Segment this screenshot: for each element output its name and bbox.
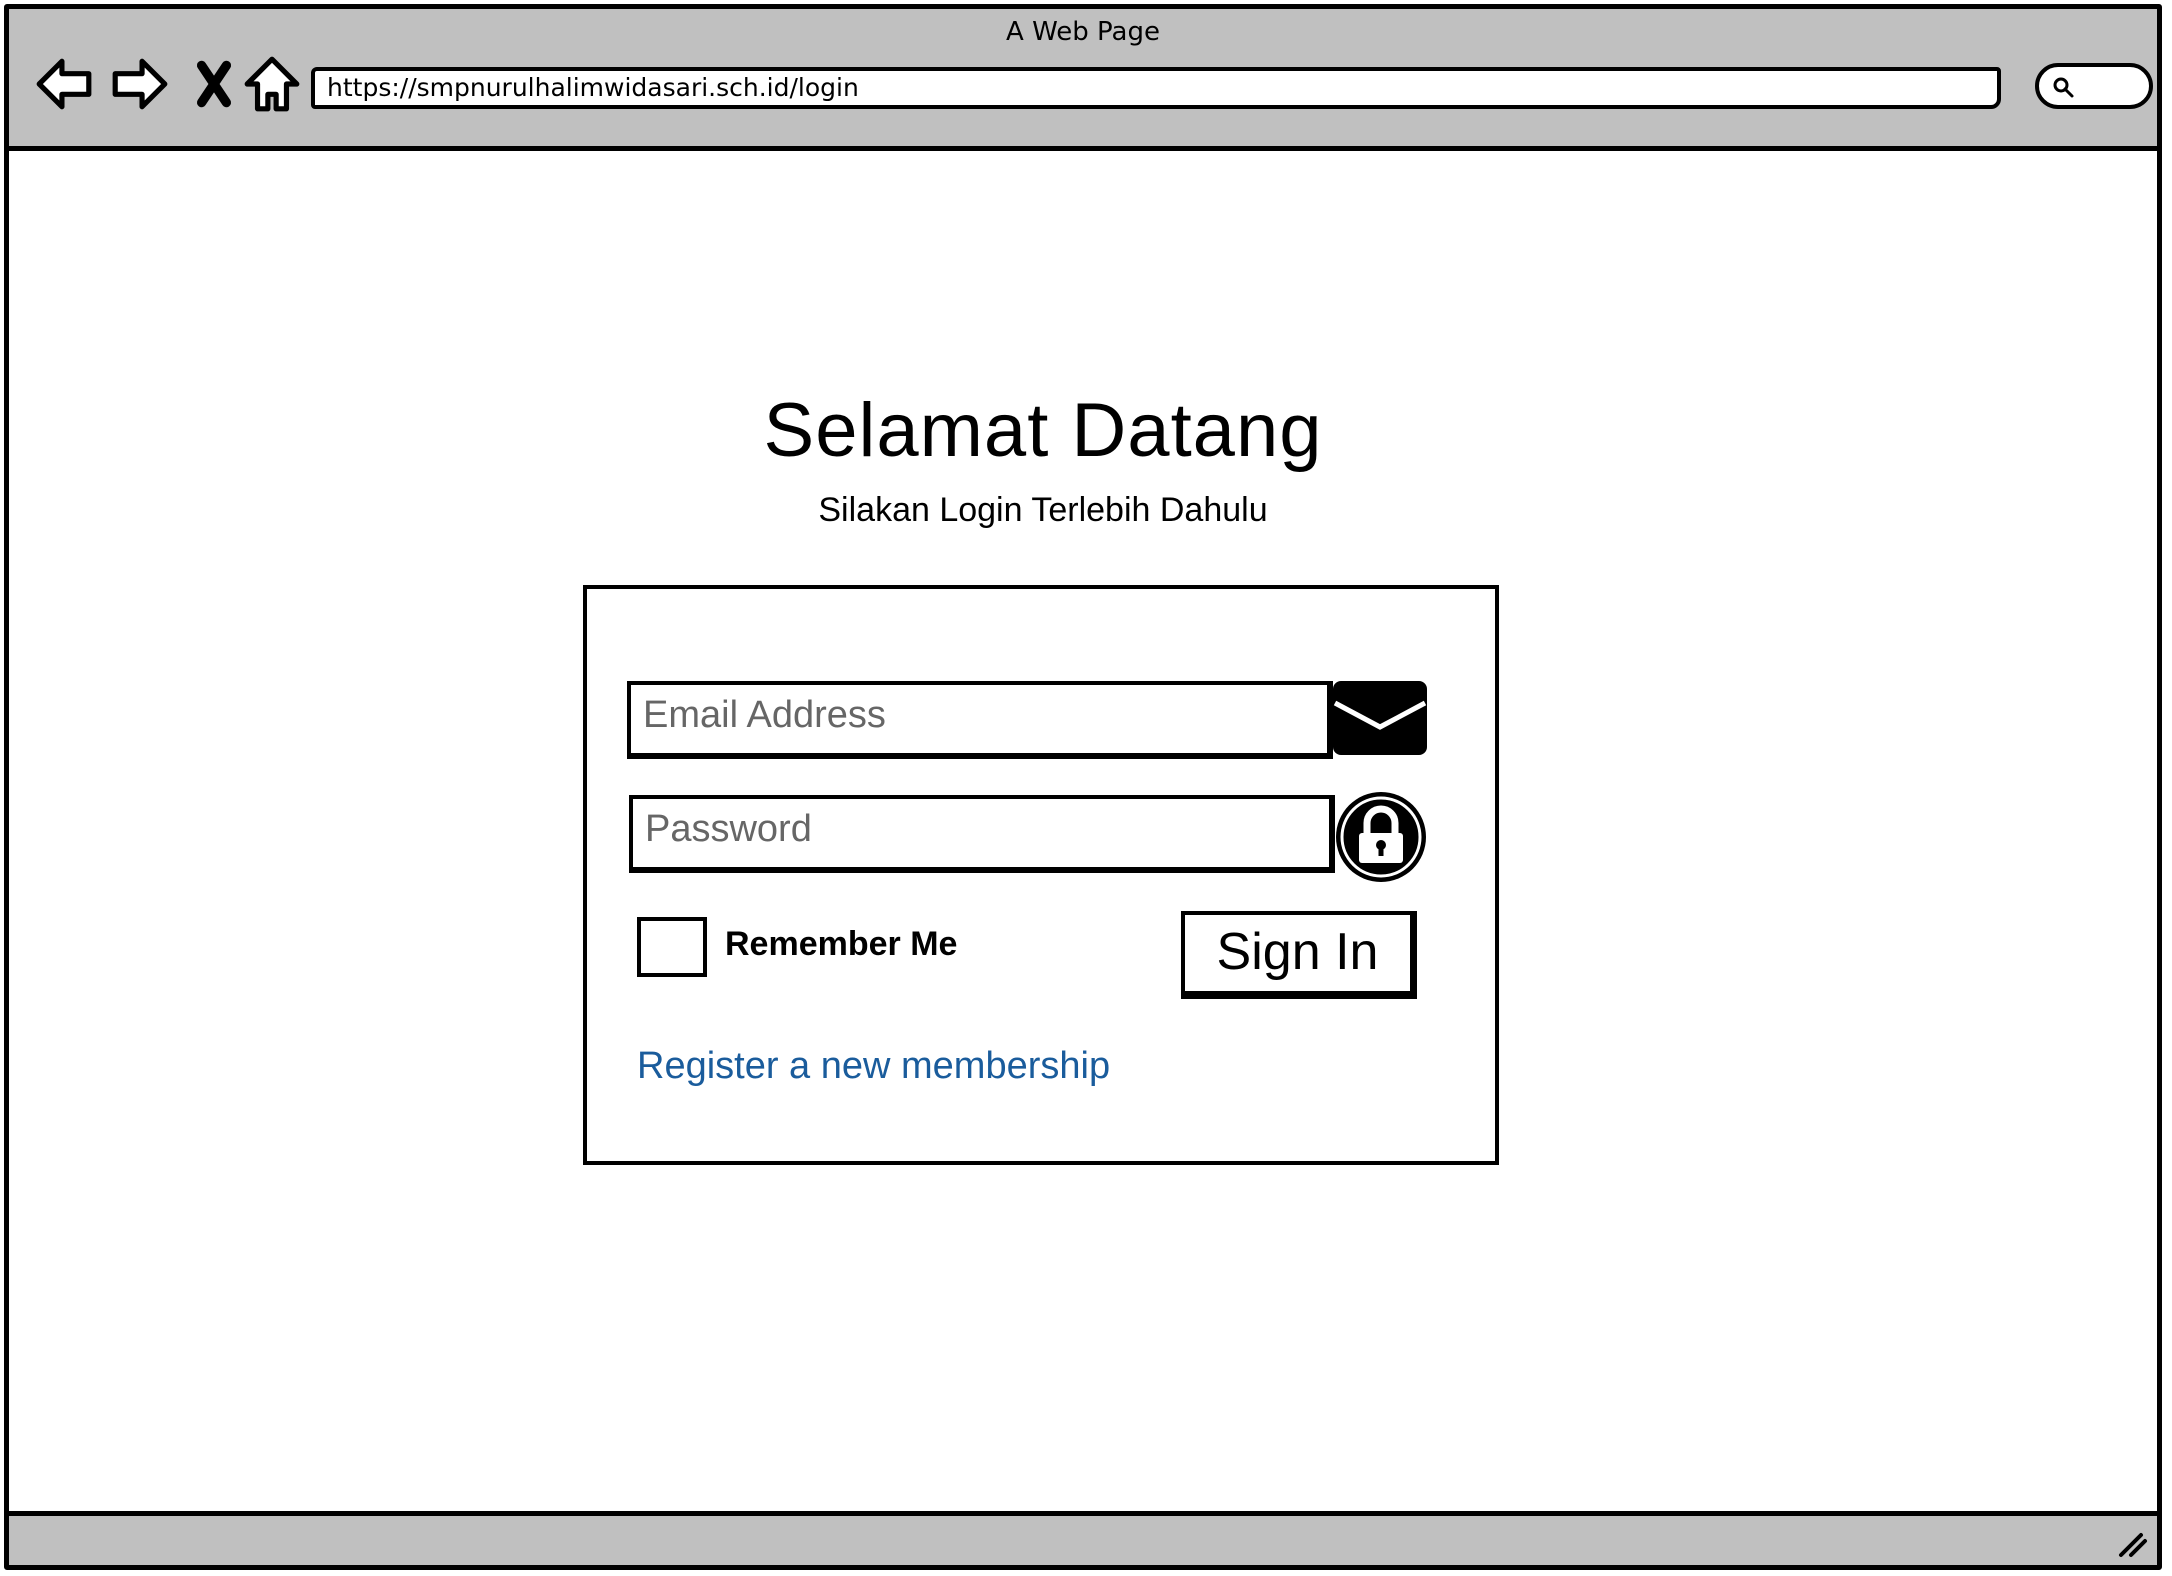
remember-me-label: Remember Me [725, 925, 958, 963]
page-title: Selamat Datang [763, 388, 1323, 473]
search-icon [2053, 77, 2074, 98]
window-title: A Web Page [1006, 17, 1160, 47]
password-field[interactable]: Password [629, 795, 1335, 873]
resize-grip-icon[interactable] [2115, 1525, 2149, 1559]
address-bar[interactable]: https://smpnurulhalimwidasari.sch.id/log… [311, 67, 2001, 109]
page-subtitle: Silakan Login Terlebih Dahulu [818, 491, 1268, 529]
register-link[interactable]: Register a new membership [637, 1045, 1110, 1088]
back-arrow-icon[interactable] [33, 53, 95, 115]
sign-in-button[interactable]: Sign In [1181, 911, 1417, 999]
email-field[interactable]: Email Address [627, 681, 1333, 759]
remember-me-checkbox[interactable] [637, 917, 707, 977]
browser-toolbar: A Web Page https://smpnurulhalimwidasari… [9, 9, 2157, 151]
forward-arrow-icon[interactable] [109, 53, 171, 115]
lock-icon [1336, 792, 1426, 882]
browser-search-box[interactable] [2035, 63, 2153, 109]
login-form: Email Address Password Remember Me Sign … [583, 585, 1499, 1165]
close-x-icon[interactable] [183, 53, 245, 115]
browser-window: A Web Page https://smpnurulhalimwidasari… [4, 4, 2162, 1570]
status-bar [9, 1511, 2157, 1565]
envelope-icon [1333, 681, 1427, 755]
home-icon[interactable] [241, 53, 303, 115]
